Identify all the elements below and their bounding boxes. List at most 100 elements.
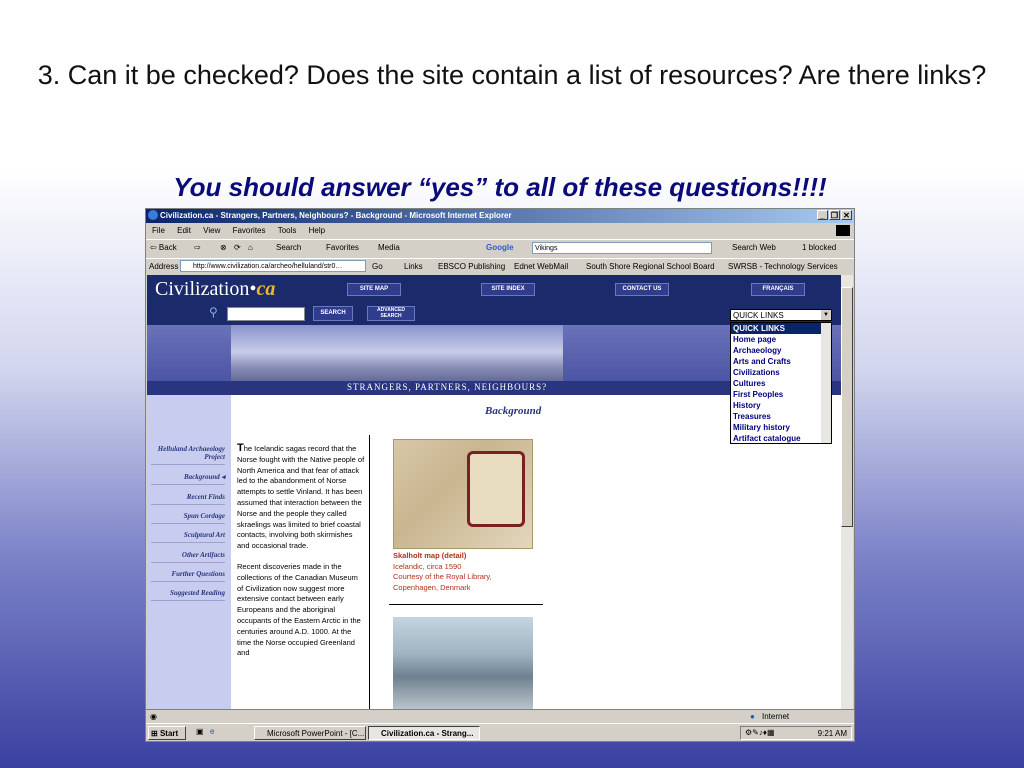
map-caption: Skalholt map (detail) Icelandic, circa 1… bbox=[393, 551, 492, 593]
advanced-search-button[interactable]: ADVANCED SEARCH bbox=[367, 306, 415, 321]
google-logo: Google bbox=[486, 243, 514, 252]
ie-icon bbox=[148, 210, 158, 220]
system-tray: ⚙✎♪♦▦ 9:21 AM bbox=[740, 726, 852, 740]
status-bar: ◉ ● Internet bbox=[146, 709, 854, 724]
site-logo[interactable]: Civilization•ca bbox=[155, 278, 275, 301]
menu-view[interactable]: View bbox=[203, 226, 220, 235]
search-web-button[interactable]: Search Web bbox=[732, 243, 776, 252]
menu-help[interactable]: Help bbox=[309, 226, 325, 235]
quick-link-item[interactable]: History bbox=[731, 400, 831, 411]
quick-link-item[interactable]: First Peoples bbox=[731, 389, 831, 400]
caption-line-2: Courtesy of the Royal Library, bbox=[393, 572, 492, 581]
sidebar-item-spun-cordage[interactable]: Spun Cordage bbox=[151, 512, 225, 524]
page-heading: Background bbox=[485, 405, 542, 417]
home-button[interactable]: ⌂ bbox=[248, 243, 253, 252]
minimize-button[interactable]: _ bbox=[817, 210, 828, 220]
quick-link-item[interactable]: Military history bbox=[731, 422, 831, 433]
media-button[interactable]: Media bbox=[378, 243, 400, 252]
banner-mountain-image bbox=[231, 325, 563, 385]
nav-francais[interactable]: FRANÇAIS bbox=[751, 283, 805, 296]
quick-link-item[interactable]: Archaeology bbox=[731, 345, 831, 356]
menu-tools[interactable]: Tools bbox=[278, 226, 297, 235]
paragraph-1: The Icelandic sagas record that the Nors… bbox=[237, 443, 365, 552]
back-button[interactable]: ⇦ Back bbox=[150, 243, 177, 252]
popup-blocked-button[interactable]: 1 blocked bbox=[802, 243, 836, 252]
link-ednet[interactable]: Ednet WebMail bbox=[514, 262, 568, 271]
nav-site-map[interactable]: SITE MAP bbox=[347, 283, 401, 296]
title-bar[interactable]: Civilization.ca - Strangers, Partners, N… bbox=[146, 209, 854, 223]
link-ssrsb[interactable]: South Shore Regional School Board bbox=[586, 262, 715, 271]
sidebar-item-other-artifacts[interactable]: Other Artifacts bbox=[151, 551, 225, 563]
link-ebsco[interactable]: EBSCO Publishing bbox=[438, 262, 505, 271]
quick-link-item[interactable]: Arts and Crafts bbox=[731, 356, 831, 367]
standard-toolbar: ⇦ Back ⇨ ⊗ ⟳ ⌂ Search Favorites Media Go… bbox=[146, 239, 854, 258]
logo-main: Civilization bbox=[155, 278, 250, 300]
close-button[interactable]: ✕ bbox=[841, 210, 852, 220]
refresh-button[interactable]: ⟳ bbox=[234, 243, 241, 252]
tray-icons[interactable]: ⚙✎♪♦▦ bbox=[745, 728, 775, 737]
paragraph-2: Recent discoveries made in the collectio… bbox=[237, 561, 361, 658]
fjord-photo bbox=[393, 617, 533, 709]
start-label: Start bbox=[159, 729, 179, 738]
address-input[interactable]: http://www.civilization.ca/archeo/hellul… bbox=[180, 260, 366, 272]
google-search-input[interactable]: Vikings bbox=[532, 242, 712, 254]
quick-links-value: QUICK LINKS bbox=[733, 311, 784, 320]
column-divider bbox=[369, 435, 370, 709]
menu-edit[interactable]: Edit bbox=[177, 226, 191, 235]
stop-button[interactable]: ⊗ bbox=[220, 243, 227, 252]
windows-flag-icon: ⊞ bbox=[151, 729, 158, 738]
sidebar-item-further-questions[interactable]: Further Questions bbox=[151, 570, 225, 582]
link-swrsb[interactable]: SWRSB - Technology Services bbox=[728, 262, 838, 271]
task-powerpoint[interactable]: Microsoft PowerPoint - [C... bbox=[254, 726, 366, 740]
quick-link-item[interactable]: Cultures bbox=[731, 378, 831, 389]
window-title: Civilization.ca - Strangers, Partners, N… bbox=[160, 211, 512, 220]
scrollbar-thumb[interactable] bbox=[841, 287, 853, 527]
slide-title: 3. Can it be checked? Does the site cont… bbox=[37, 60, 987, 90]
quick-link-item[interactable]: QUICK LINKS bbox=[731, 323, 831, 334]
sidebar-item-suggested-reading[interactable]: Suggested Reading bbox=[151, 589, 225, 601]
taskbar: ⊞ Start ▣ e Microsoft PowerPoint - [C...… bbox=[146, 723, 854, 741]
search-button[interactable]: Search bbox=[276, 243, 301, 252]
sidebar-item-helluland[interactable]: Helluland Archaeology Project bbox=[151, 445, 225, 465]
site-search-button[interactable]: SEARCH bbox=[313, 306, 353, 321]
quick-link-item[interactable]: Civilizations bbox=[731, 367, 831, 378]
sidebar-item-sculptural-art[interactable]: Sculptural Art bbox=[151, 531, 225, 543]
page-status-icon: ◉ bbox=[150, 712, 157, 721]
map-seal-image bbox=[467, 451, 525, 527]
quick-link-item[interactable]: Treasures bbox=[731, 411, 831, 422]
nav-contact-us[interactable]: CONTACT US bbox=[615, 283, 669, 296]
menu-file[interactable]: File bbox=[152, 226, 165, 235]
task-civilization[interactable]: Civilization.ca - Strang... bbox=[368, 726, 480, 740]
caption-title: Skalholt map (detail) bbox=[393, 551, 467, 560]
quicklaunch-desktop-icon[interactable]: ▣ bbox=[196, 727, 204, 736]
clock: 9:21 AM bbox=[817, 729, 847, 738]
sidebar-item-recent-finds[interactable]: Recent Finds bbox=[151, 493, 225, 505]
slide-subtitle: You should answer “yes” to all of these … bbox=[173, 172, 827, 202]
quick-links-scrollbar[interactable] bbox=[821, 323, 831, 443]
magnifier-icon: ⚲ bbox=[209, 305, 218, 319]
caption-line-1: Icelandic, circa 1590 bbox=[393, 561, 462, 571]
caption-divider bbox=[389, 604, 543, 605]
go-button[interactable]: Go bbox=[372, 262, 383, 271]
favorites-button[interactable]: Favorites bbox=[326, 243, 359, 252]
chevron-down-icon[interactable]: ▼ bbox=[821, 310, 831, 320]
article-text: The Icelandic sagas record that the Nors… bbox=[237, 443, 365, 659]
address-label: Address bbox=[149, 262, 179, 271]
vertical-scrollbar[interactable] bbox=[841, 275, 853, 709]
quicklaunch-ie-icon[interactable]: e bbox=[210, 727, 214, 736]
site-search-input[interactable] bbox=[227, 307, 305, 321]
quick-links-select[interactable]: QUICK LINKS ▼ bbox=[730, 309, 832, 321]
menu-favorites[interactable]: Favorites bbox=[233, 226, 266, 235]
quick-link-item[interactable]: Home page bbox=[731, 334, 831, 345]
zone-label: Internet bbox=[762, 712, 790, 721]
internet-zone-icon: ● bbox=[750, 712, 755, 721]
forward-button[interactable]: ⇨ bbox=[194, 243, 201, 252]
nav-site-index[interactable]: SITE INDEX bbox=[481, 283, 535, 296]
quick-link-item[interactable]: Artifact catalogue bbox=[731, 433, 831, 443]
sidebar-item-background[interactable]: Background ◂ bbox=[151, 473, 225, 485]
menu-bar: File Edit View Favorites Tools Help bbox=[146, 224, 854, 237]
page-content: Civilization•ca SITE MAP SITE INDEX CONT… bbox=[147, 275, 841, 709]
start-button[interactable]: ⊞ Start bbox=[148, 726, 186, 740]
paragraph-1-text: he Icelandic sagas record that the Norse… bbox=[237, 444, 365, 551]
maximize-button[interactable]: ❐ bbox=[829, 210, 840, 220]
